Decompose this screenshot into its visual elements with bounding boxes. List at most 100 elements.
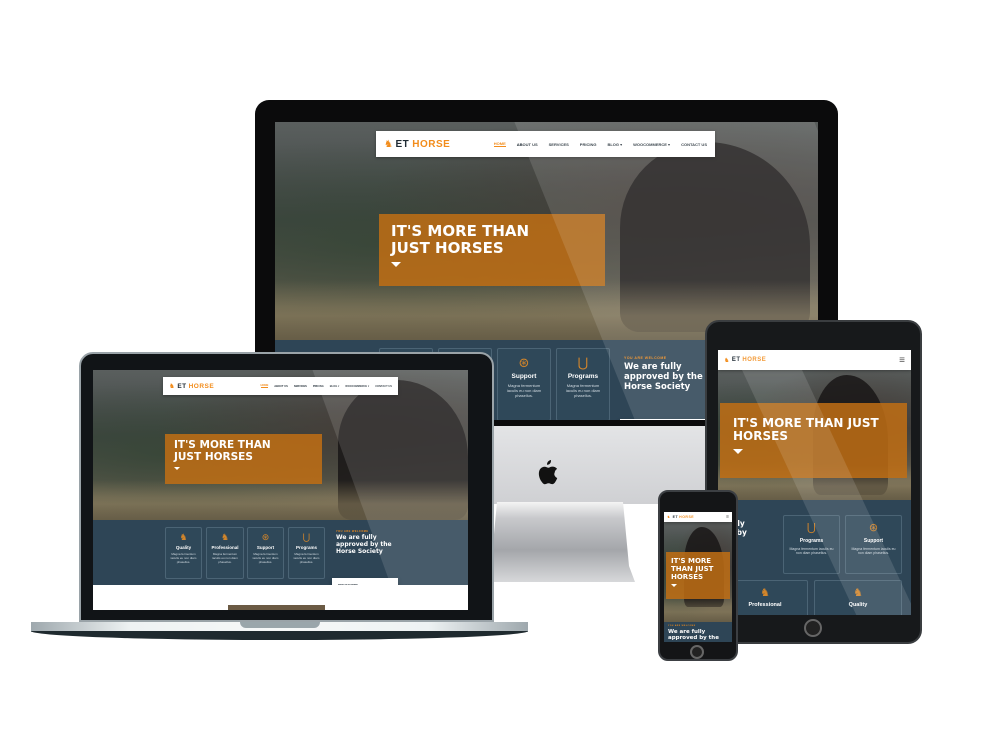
feature-card: ♞ Professional Magna fermentum iaculis e… xyxy=(206,527,244,579)
feature-card: ⋃ Programs Magna fermentum iaculis eu no… xyxy=(288,527,325,579)
horse-target-icon: ⊛ xyxy=(868,522,879,534)
feature-title: Programs xyxy=(799,538,824,544)
horse-rider-icon: ♞ xyxy=(853,587,863,599)
feature-card: ⋃ Programs Magna fermentum iaculis eu no… xyxy=(783,515,840,574)
horse-rider-icon: ♞ xyxy=(179,532,188,542)
hero-title-line1: IT'S MORE THAN xyxy=(391,222,530,240)
feature-desc: Magna fermentum iaculis eu non diam phas… xyxy=(851,547,896,555)
nav-blog[interactable]: Blog ▾ xyxy=(607,142,622,147)
feature-desc: Magna fermentum iaculis eu non diam phas… xyxy=(293,552,320,564)
nav-home[interactable]: Home xyxy=(260,384,269,388)
hero-title-line2: JUST HORSES xyxy=(391,238,504,257)
feature-title: Support xyxy=(863,538,884,544)
feature-desc: Magna fermentum iaculis eu non diam phas… xyxy=(789,547,834,555)
feature-title: Programs xyxy=(567,373,599,380)
feature-title: Support xyxy=(511,373,537,380)
logo[interactable]: ♞ ET HORSE xyxy=(169,382,215,391)
nav-contact[interactable]: Contact us xyxy=(681,142,707,147)
tablet-home-button[interactable] xyxy=(804,619,822,637)
welcome-eyebrow: You are welcome xyxy=(336,530,369,533)
hero-title: IT'S MORE THAN JUST HORSES xyxy=(391,223,593,257)
welcome-eyebrow: You are welcome xyxy=(624,356,667,360)
logo-name: HORSE xyxy=(679,515,695,519)
hero-box: IT'S MORE THAN JUST HORSES xyxy=(720,403,907,478)
welcome-block: You are welcome We are fully approved by… xyxy=(624,356,714,392)
feature-title: Programs xyxy=(295,545,317,550)
logo-name: HORSE xyxy=(412,138,451,150)
feature-desc: Magna fermentum iaculis eu non diam phas… xyxy=(565,383,601,398)
grass-image xyxy=(664,597,732,622)
nav-menu: Home About us Services Pricing Blog ▾ Wo… xyxy=(493,141,707,147)
laptop-notch xyxy=(240,622,320,628)
logo[interactable]: ♞ ET HORSE xyxy=(384,139,450,150)
logo[interactable]: ♞ ET HORSE xyxy=(724,357,766,364)
navbar: ♞ ET HORSE Home About us Services Pricin… xyxy=(376,131,715,157)
nav-pricing[interactable]: Pricing xyxy=(580,142,597,147)
logo-prefix: ET xyxy=(672,515,679,519)
feature-title: Quality xyxy=(848,602,868,608)
nav-about[interactable]: About us xyxy=(517,142,538,147)
caret-down-icon[interactable] xyxy=(671,584,677,588)
horseshoe-icon: ⋃ xyxy=(302,532,311,542)
hero-title-line2: JUST HORSES xyxy=(174,450,253,463)
logo-prefix: ET xyxy=(395,138,410,150)
laptop-screen: ♞ ET HORSE Home About us Services Pricin… xyxy=(93,370,468,610)
phone-screen: ♞ ET HORSE ≡ IT'S MORE THAN JUST HORSES … xyxy=(664,512,732,642)
navbar: ♞ ET HORSE ≡ xyxy=(664,512,732,522)
logo[interactable]: ♞ ET HORSE xyxy=(667,515,694,519)
logo-name: HORSE xyxy=(742,357,767,363)
nav-menu: Home About us Services Pricing Blog ▾ Wo… xyxy=(260,384,392,388)
feature-card: ♞ Quality xyxy=(814,580,902,615)
caret-down-icon[interactable] xyxy=(733,448,743,454)
feature-title: Professional xyxy=(211,545,239,550)
hamburger-icon[interactable]: ≡ xyxy=(726,514,729,520)
horse-icon: ♞ xyxy=(384,138,394,150)
content-section xyxy=(93,585,468,610)
hero-title-line1: IT'S MORE THAN xyxy=(174,439,271,451)
welcome-eyebrow: You are welcome xyxy=(668,625,696,627)
find-out-more-button[interactable] xyxy=(620,419,715,420)
horseshoe-icon: ⋃ xyxy=(577,355,589,370)
hero-box: IT'S MORE THAN JUST HORSES xyxy=(379,214,605,286)
caret-down-icon[interactable] xyxy=(391,261,401,267)
nav-contact[interactable]: Contact us xyxy=(375,385,392,388)
feature-card: ⊛ Support Magna fermentum iaculis eu non… xyxy=(845,515,902,574)
phone-home-button[interactable] xyxy=(690,645,704,659)
welcome-title: We are fully approved by the Horse Socie… xyxy=(624,362,703,392)
feature-desc: Magna fermentum iaculis eu non diam phas… xyxy=(170,552,197,564)
feature-desc: Magna fermentum iaculis eu non diam phas… xyxy=(506,383,542,398)
nav-woocommerce[interactable]: Woocommerce ▾ xyxy=(345,385,369,388)
apple-logo-icon xyxy=(535,458,559,486)
hero-box: IT'S MORE THAN JUST HORSES xyxy=(165,434,322,484)
hero-title: IT'S MORE THAN JUST HORSES xyxy=(733,416,879,444)
horse-icon: ♞ xyxy=(724,357,730,364)
welcome-title: We are fully approved by the Horse Socie… xyxy=(668,629,719,642)
feature-card: ⊛ Support Magna fermentum iaculis eu non… xyxy=(497,348,551,420)
nav-about[interactable]: About us xyxy=(274,385,288,388)
horse-icon: ♞ xyxy=(169,383,176,390)
nav-home[interactable]: Home xyxy=(493,141,506,147)
logo-name: HORSE xyxy=(188,382,215,390)
horse-target-icon: ⊛ xyxy=(261,532,270,542)
horse-target-icon: ⊛ xyxy=(518,355,530,370)
logo-prefix: ET xyxy=(177,382,187,390)
welcome-title: We are fully approved by the Horse Socie… xyxy=(336,534,392,555)
caret-down-icon[interactable] xyxy=(174,466,180,470)
nav-services[interactable]: Services xyxy=(294,385,307,388)
welcome-block: You are welcome We are fully approved by… xyxy=(668,625,730,642)
feature-card: ⋃ Programs Magna fermentum iaculis eu no… xyxy=(556,348,610,420)
nav-services[interactable]: Services xyxy=(549,142,569,147)
feature-desc: Magna fermentum iaculis eu non diam phas… xyxy=(252,552,279,564)
navbar: ♞ ET HORSE Home About us Services Pricin… xyxy=(163,377,398,395)
nav-blog[interactable]: Blog ▾ xyxy=(330,385,340,388)
hero-title: IT'S MORE THAN JUST HORSES xyxy=(174,439,313,464)
feature-card: ⊛ Support Magna fermentum iaculis eu non… xyxy=(247,527,284,579)
hamburger-icon[interactable]: ≡ xyxy=(899,355,905,366)
content-thumbnail xyxy=(228,605,325,610)
feature-card: ♞ Quality Magna fermentum iaculis eu non… xyxy=(165,527,202,579)
imac-stand xyxy=(485,502,635,582)
nav-woocommerce[interactable]: Woocommerce ▾ xyxy=(633,142,670,147)
logo-prefix: ET xyxy=(731,357,741,363)
horseshoe-icon: ⋃ xyxy=(806,522,817,534)
nav-pricing[interactable]: Pricing xyxy=(313,385,324,388)
